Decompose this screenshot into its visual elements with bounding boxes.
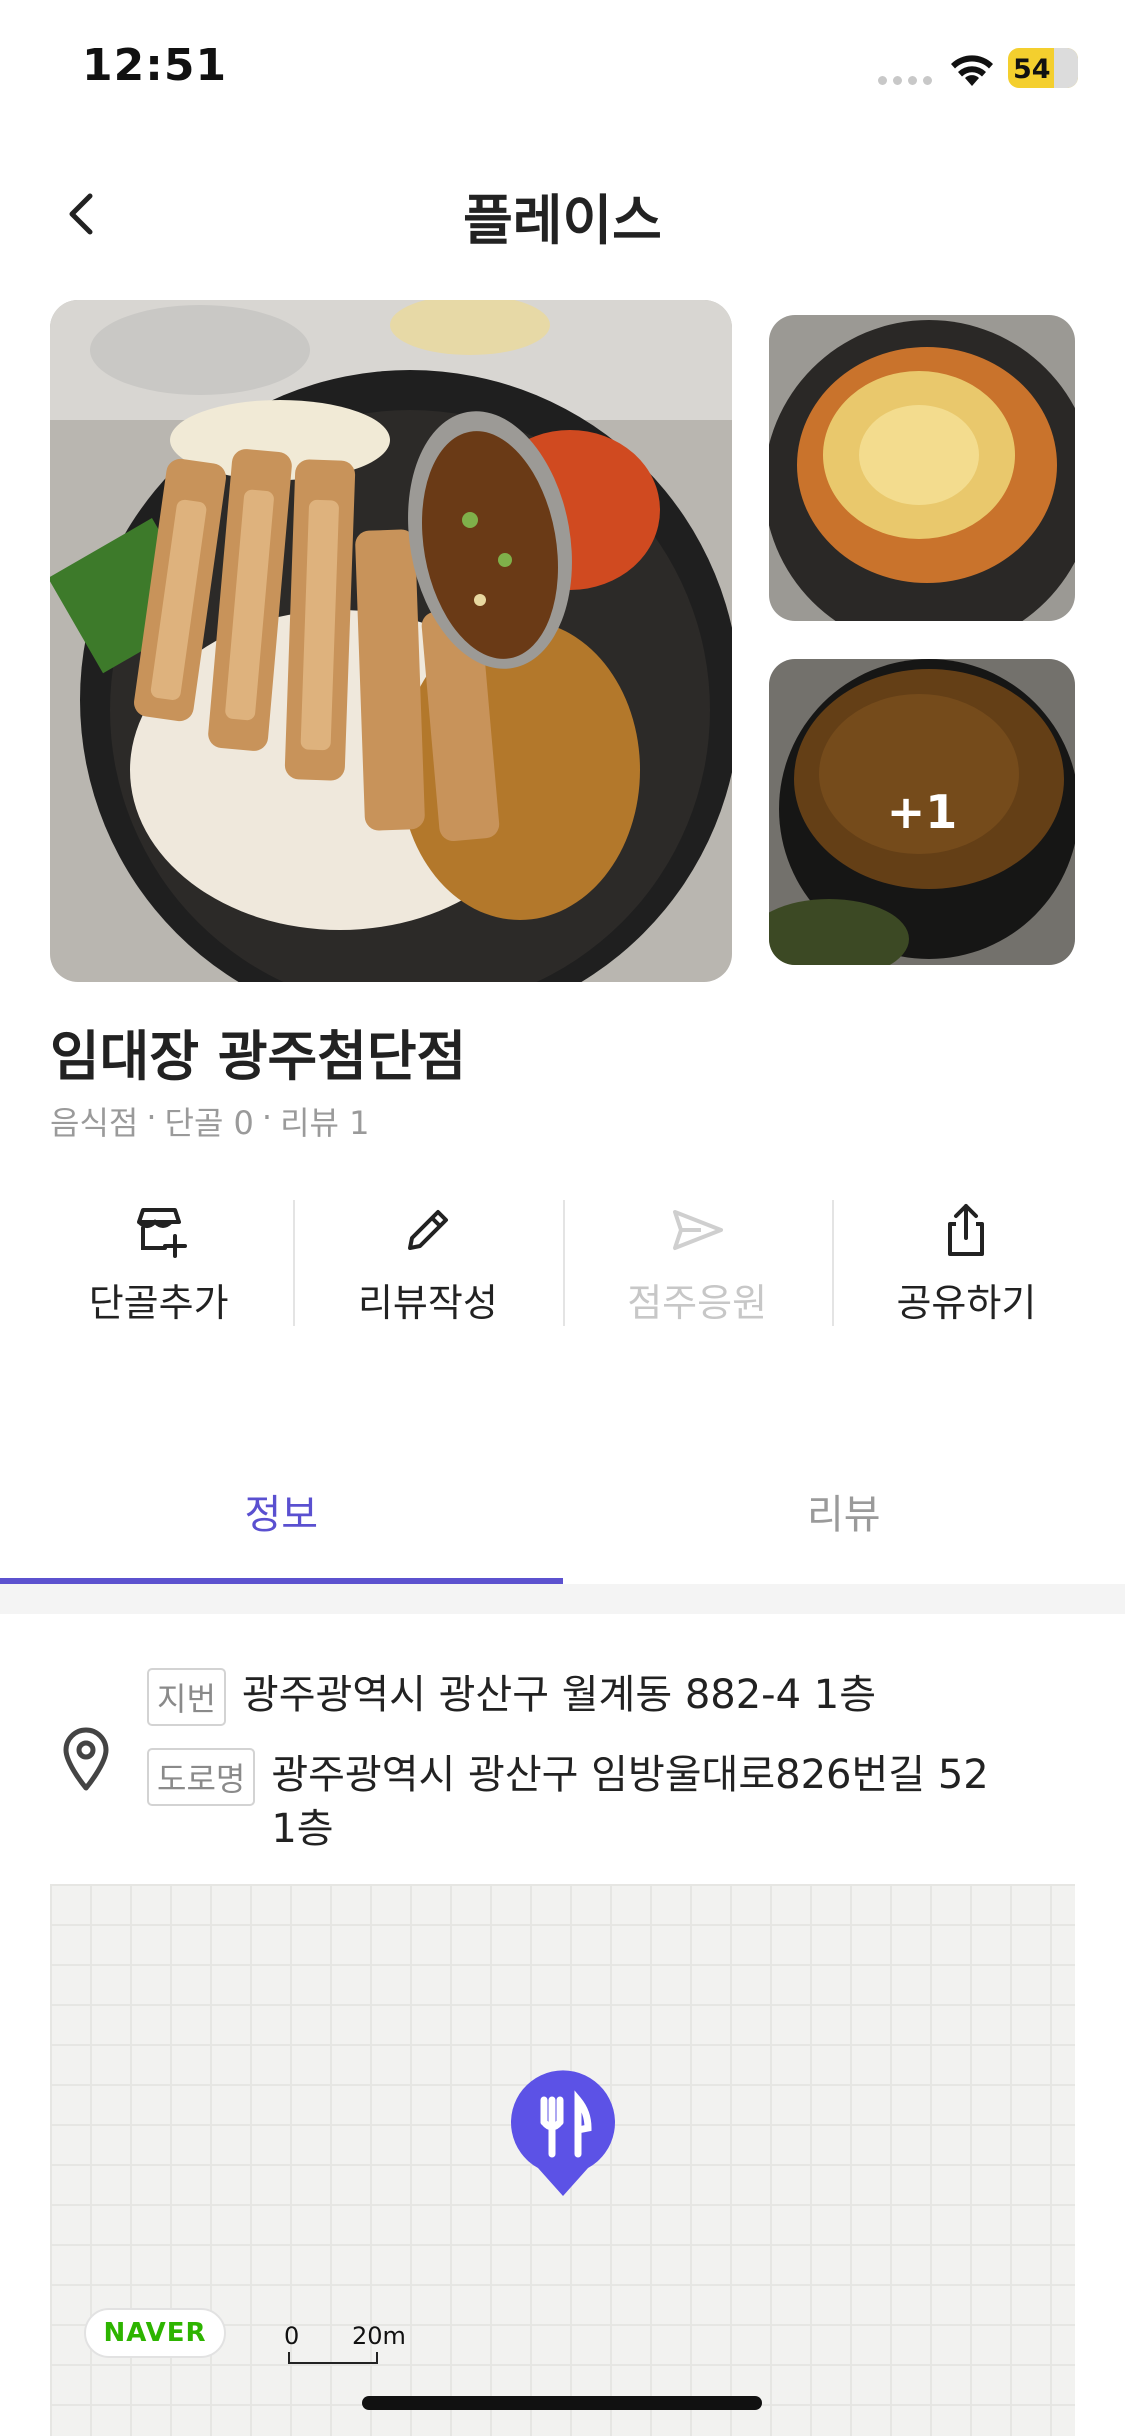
share-button[interactable]: 공유하기 bbox=[831, 1198, 1101, 1330]
naver-logo: NAVER bbox=[84, 2308, 226, 2358]
location-map[interactable]: NAVER 0 20m bbox=[50, 1884, 1075, 2436]
restaurant-map-marker[interactable] bbox=[508, 2070, 618, 2198]
cellular-signal-icon bbox=[878, 76, 932, 85]
road-address[interactable]: 광주광역시 광산구 임방울대로826번길 52 1층 bbox=[271, 1748, 991, 1856]
send-icon bbox=[673, 1210, 724, 1250]
section-divider bbox=[0, 1584, 1125, 1614]
share-icon bbox=[948, 1204, 985, 1256]
pencil-icon bbox=[407, 1210, 448, 1250]
scale-bar bbox=[288, 2352, 378, 2364]
status-bar: 12:51 54 bbox=[0, 0, 1125, 140]
place-regulars-count: 단골 0 bbox=[164, 1104, 254, 1142]
food-photo-pork-belly bbox=[50, 300, 732, 982]
wifi-icon bbox=[951, 55, 993, 86]
scale-zero: 0 bbox=[284, 2322, 300, 2350]
cheer-owner-button[interactable]: 점주응원 bbox=[562, 1198, 832, 1330]
location-pin-icon bbox=[63, 1727, 109, 1791]
side-photo-fried-rice[interactable] bbox=[769, 315, 1075, 621]
side-photo-stew[interactable]: +1 bbox=[769, 659, 1075, 965]
action-bar: 단골추가 리뷰작성 점주응원 공유하기 bbox=[24, 1198, 1101, 1330]
jibun-tag: 지번 bbox=[147, 1668, 226, 1726]
tab-info[interactable]: 정보 bbox=[0, 1450, 563, 1584]
page-title: 플레이스 bbox=[463, 189, 662, 252]
share-label: 공유하기 bbox=[896, 1281, 1037, 1325]
status-time: 12:51 bbox=[82, 40, 228, 91]
tab-reviews[interactable]: 리뷰 bbox=[563, 1450, 1125, 1584]
main-photo[interactable] bbox=[50, 300, 732, 982]
jibun-address[interactable]: 광주광역시 광산구 월계동 882-4 1층 bbox=[242, 1668, 876, 1722]
tab-bar: 정보 리뷰 bbox=[0, 1450, 1125, 1584]
scale-distance: 20m bbox=[352, 2322, 406, 2350]
store-add-icon bbox=[136, 1208, 187, 1258]
road-address-row: 도로명 광주광역시 광산구 임방울대로826번길 52 1층 bbox=[147, 1748, 991, 1856]
nav-header: 플레이스 bbox=[0, 150, 1125, 270]
place-reviews-count: 리뷰 1 bbox=[280, 1104, 370, 1142]
battery-icon: 54 bbox=[1008, 48, 1078, 88]
write-review-button[interactable]: 리뷰작성 bbox=[293, 1198, 562, 1330]
cheer-owner-label: 점주응원 bbox=[627, 1281, 768, 1325]
place-name: 임대장 광주첨단점 bbox=[50, 1025, 467, 1088]
food-photo-fried-rice bbox=[769, 315, 1075, 621]
meta-separator: · bbox=[146, 1098, 157, 1136]
write-review-label: 리뷰작성 bbox=[357, 1281, 498, 1325]
meta-separator: · bbox=[261, 1098, 273, 1136]
add-regular-button[interactable]: 단골추가 bbox=[24, 1198, 293, 1330]
road-tag: 도로명 bbox=[147, 1748, 256, 1806]
jibun-address-row: 지번 광주광역시 광산구 월계동 882-4 1층 bbox=[147, 1668, 876, 1726]
battery-level: 54 bbox=[1013, 54, 1051, 85]
map-scale: 0 20m bbox=[284, 2322, 406, 2366]
home-indicator[interactable] bbox=[362, 2396, 762, 2410]
place-category: 음식점 bbox=[50, 1104, 139, 1142]
more-photos-count: +1 bbox=[769, 659, 1075, 965]
place-meta: 음식점 · 단골 0 · 리뷰 1 bbox=[50, 1098, 370, 1144]
add-regular-label: 단골추가 bbox=[88, 1281, 229, 1325]
